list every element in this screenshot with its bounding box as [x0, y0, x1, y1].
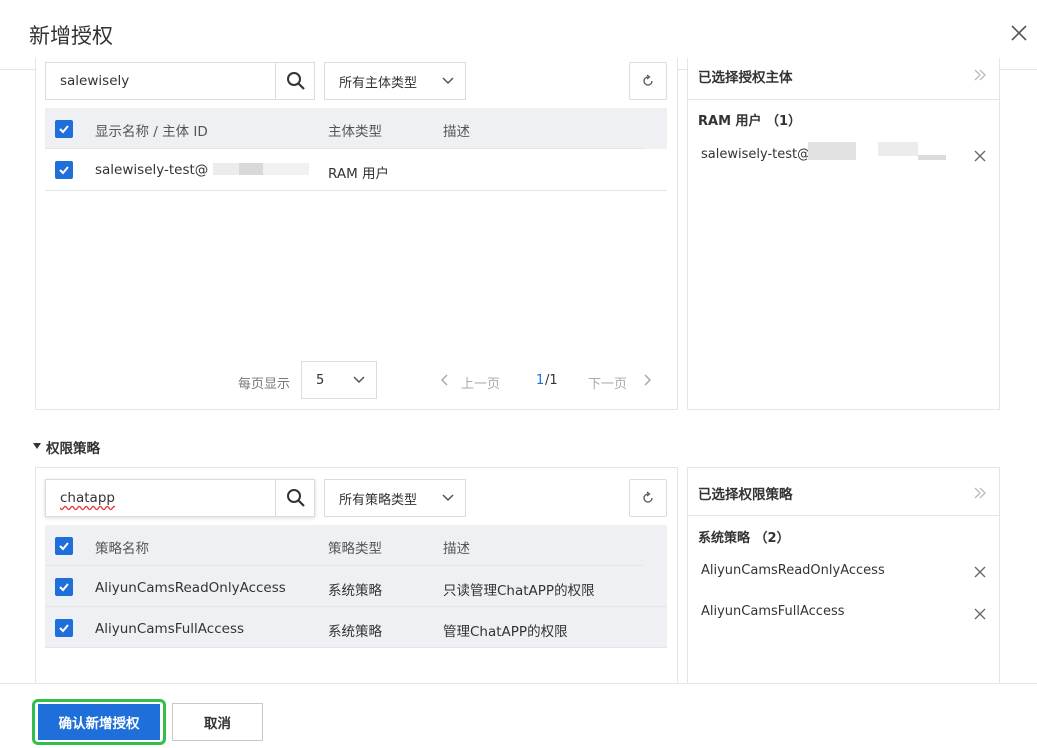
selected-policies-title: 已选择权限策略 — [698, 487, 793, 503]
principal-type-select[interactable]: 所有主体类型 — [324, 62, 466, 100]
selected-policy-name: AliyunCamsFullAccess — [701, 604, 845, 619]
redacted-text — [918, 155, 946, 160]
row-policy-name: AliyunCamsFullAccess — [95, 621, 245, 637]
selected-policy-item: AliyunCamsFullAccess — [688, 598, 999, 628]
principal-type-select-value: 所有主体类型 — [339, 75, 418, 91]
column-header-policy-name: 策略名称 — [95, 541, 149, 557]
selected-principal-name: salewisely-test@ — [701, 147, 811, 162]
selected-policies-header: 已选择权限策略 — [688, 468, 999, 516]
principal-header-row: 显示名称 / 主体 ID 主体类型 描述 — [45, 108, 667, 149]
double-chevron-right-icon — [974, 69, 986, 81]
policy-search-value: chatapp — [60, 490, 115, 506]
close-icon[interactable] — [1008, 22, 1030, 44]
column-header-policy-type: 策略类型 — [328, 541, 382, 557]
current-page: 1 — [536, 373, 545, 388]
prev-page-label: 上一页 — [461, 377, 501, 392]
page-size-select[interactable]: 5 — [301, 361, 377, 399]
refresh-icon — [643, 491, 653, 503]
selected-policy-item: AliyunCamsReadOnlyAccess — [688, 557, 999, 587]
refresh-icon — [643, 74, 653, 86]
next-page-button[interactable]: 下一页 — [586, 371, 658, 392]
row-divider — [45, 647, 667, 648]
row-policy-type: 系统策略 — [328, 583, 382, 599]
table-row[interactable]: AliyunCamsReadOnlyAccess 系统策略 只读管理ChatAP… — [45, 566, 667, 607]
selected-principals-group: RAM 用户 （1） — [698, 114, 802, 129]
search-icon — [286, 72, 305, 90]
table-row[interactable]: salewisely-test@ RAM 用户 — [45, 149, 667, 190]
policy-search-input[interactable]: chatapp — [45, 479, 315, 517]
chevron-down-icon — [442, 494, 454, 502]
column-header-type: 主体类型 — [328, 124, 382, 140]
total-pages: /1 — [545, 373, 558, 388]
selected-principal-item: salewisely-test@ — [688, 140, 999, 170]
check-icon — [59, 125, 69, 134]
next-page-label: 下一页 — [588, 377, 628, 392]
row-type: RAM 用户 — [328, 166, 390, 182]
check-icon — [59, 542, 69, 551]
selected-policy-name: AliyunCamsReadOnlyAccess — [701, 563, 885, 578]
policy-section-heading: 权限策略 — [46, 441, 100, 457]
column-header-name: 显示名称 / 主体 ID — [95, 124, 208, 140]
chevron-down-icon — [353, 376, 365, 384]
caret-down-icon — [33, 443, 41, 449]
select-all-checkbox[interactable] — [55, 120, 73, 138]
row-checkbox[interactable] — [55, 161, 73, 179]
check-icon — [59, 624, 69, 633]
principal-search-value: salewisely — [60, 73, 130, 89]
redacted-text — [239, 163, 263, 175]
policy-type-select-value: 所有策略类型 — [339, 492, 418, 508]
policy-refresh-button[interactable] — [629, 479, 667, 517]
row-policy-desc: 管理ChatAPP的权限 — [443, 624, 568, 640]
cancel-button[interactable]: 取消 — [172, 703, 263, 741]
page-size-label: 每页显示 — [238, 377, 291, 392]
redacted-text — [213, 163, 239, 175]
chevron-right-icon — [644, 374, 652, 386]
row-checkbox[interactable] — [55, 578, 73, 596]
select-all-checkbox[interactable] — [55, 537, 73, 555]
row-name: salewisely-test@ — [95, 162, 209, 178]
check-icon — [59, 583, 69, 592]
policy-section-toggle[interactable]: 权限策略 — [32, 436, 152, 457]
remove-policy-icon[interactable] — [974, 566, 986, 578]
principal-search-button[interactable] — [275, 63, 315, 99]
selected-principals-title: 已选择授权主体 — [698, 70, 793, 86]
page-size-value: 5 — [316, 372, 325, 388]
selected-policies-group: 系统策略 （2） — [698, 531, 790, 546]
chevron-down-icon — [442, 77, 454, 85]
confirm-add-authorization-button[interactable]: 确认新增授权 — [38, 704, 160, 740]
check-icon — [59, 166, 69, 175]
double-chevron-right-icon — [974, 487, 986, 499]
remove-policy-icon[interactable] — [974, 608, 986, 620]
remove-principal-icon[interactable] — [974, 150, 986, 162]
principal-refresh-button[interactable] — [629, 62, 667, 100]
column-header-desc: 描述 — [443, 124, 470, 140]
policy-search-button[interactable] — [275, 480, 315, 516]
selected-principals-header: 已选择授权主体 — [688, 58, 999, 100]
table-row[interactable]: AliyunCamsFullAccess 系统策略 管理ChatAPP的权限 — [45, 607, 667, 648]
row-checkbox[interactable] — [55, 619, 73, 637]
chevron-left-icon — [440, 374, 448, 386]
principal-search-input[interactable]: salewisely — [45, 62, 315, 100]
policy-type-select[interactable]: 所有策略类型 — [324, 479, 466, 517]
policy-header-row: 策略名称 策略类型 描述 — [45, 525, 667, 566]
redacted-text — [878, 142, 918, 156]
column-header-policy-desc: 描述 — [443, 541, 470, 557]
row-policy-name: AliyunCamsReadOnlyAccess — [95, 580, 286, 596]
redacted-text — [263, 163, 309, 175]
prev-page-button[interactable]: 上一页 — [438, 371, 508, 392]
redacted-text — [808, 142, 856, 160]
row-policy-desc: 只读管理ChatAPP的权限 — [443, 583, 595, 599]
row-divider — [45, 190, 667, 191]
search-icon — [286, 489, 305, 507]
row-policy-type: 系统策略 — [328, 624, 382, 640]
dialog-title: 新增授权 — [29, 24, 113, 48]
